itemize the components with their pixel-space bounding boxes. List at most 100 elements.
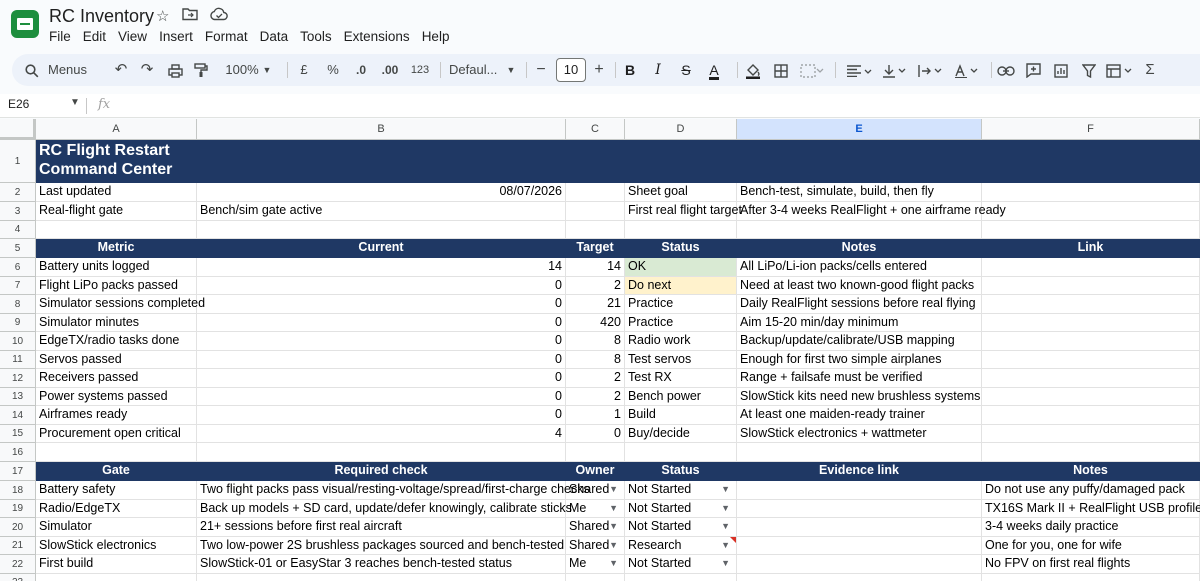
gate-owner-dropdown[interactable]: Shared ▼ — [566, 537, 625, 555]
empty-cell[interactable] — [982, 202, 1200, 221]
gate-notes-cell[interactable]: 3-4 weeks daily practice — [982, 518, 1200, 537]
metric-name-cell[interactable]: Simulator sessions completed — [36, 295, 205, 314]
sheets-logo-icon[interactable] — [11, 10, 39, 38]
gate-status-dropdown[interactable]: Not Started ▼ — [625, 481, 737, 500]
empty-cell[interactable] — [982, 574, 1200, 581]
font-size-input[interactable]: 10 — [556, 58, 586, 82]
menu-view[interactable]: View — [112, 28, 153, 46]
row-header-4[interactable]: 4 — [0, 221, 36, 239]
dropdown-caret-icon[interactable]: ▼ — [721, 537, 730, 554]
gates-header-cell[interactable]: Status — [625, 462, 737, 481]
menu-format[interactable]: Format — [199, 28, 254, 46]
row-header-14[interactable]: 14 — [0, 406, 36, 425]
horizontal-align-icon[interactable] — [844, 54, 874, 86]
currency-format-button[interactable]: £ — [297, 54, 311, 86]
gate-owner-dropdown[interactable]: Me ▼ — [566, 500, 625, 518]
sheet-title[interactable]: RC Flight Restart Command Center — [36, 140, 197, 183]
metric-name-cell[interactable]: Servos passed — [36, 351, 197, 369]
empty-cell[interactable] — [982, 406, 1200, 425]
undo-icon[interactable]: ↶ — [112, 54, 130, 86]
text-color-button[interactable]: A — [704, 54, 724, 86]
empty-cell[interactable] — [737, 555, 982, 574]
bold-button[interactable]: B — [622, 54, 638, 86]
empty-cell[interactable] — [737, 574, 982, 581]
menu-insert[interactable]: Insert — [153, 28, 199, 46]
empty-cell[interactable] — [982, 351, 1200, 369]
metric-notes-cell[interactable]: SlowStick electronics + wattmeter — [737, 425, 982, 443]
insert-link-icon[interactable] — [996, 54, 1016, 86]
first-flight-target-value[interactable]: After 3-4 weeks RealFlight + one airfram… — [737, 202, 1006, 221]
gate-owner-dropdown[interactable]: Me ▼ — [566, 555, 625, 574]
metric-current-cell[interactable]: 0 — [197, 332, 566, 351]
empty-cell[interactable] — [566, 443, 625, 462]
empty-cell[interactable] — [197, 221, 566, 239]
metric-current-cell[interactable]: 0 — [197, 369, 566, 388]
row-header-11[interactable]: 11 — [0, 351, 36, 369]
gate-check-cell[interactable]: Back up models + SD card, update/defer k… — [197, 500, 572, 518]
metric-notes-cell[interactable]: All LiPo/Li-ion packs/cells entered — [737, 258, 982, 277]
dropdown-caret-icon[interactable]: ▼ — [609, 518, 618, 535]
menu-edit[interactable]: Edit — [77, 28, 112, 46]
empty-cell[interactable] — [625, 574, 737, 581]
row-header-1[interactable]: 1 — [0, 140, 36, 183]
metric-status-cell[interactable]: Practice — [625, 295, 737, 314]
print-icon[interactable] — [166, 54, 184, 86]
metrics-header-cell[interactable]: Current — [197, 239, 566, 258]
gate-notes-cell[interactable]: Do not use any puffy/damaged pack — [982, 481, 1200, 500]
borders-icon[interactable] — [772, 54, 790, 86]
menu-tools[interactable]: Tools — [294, 28, 338, 46]
document-title[interactable]: RC Inventory — [49, 6, 154, 27]
gate-check-cell[interactable]: 21+ sessions before first real aircraft — [197, 518, 566, 537]
row-header-2[interactable]: 2 — [0, 183, 36, 202]
empty-cell[interactable] — [36, 574, 197, 581]
gate-status-dropdown[interactable]: Not Started ▼ — [625, 555, 737, 574]
empty-cell[interactable] — [737, 518, 982, 537]
empty-cell[interactable] — [982, 221, 1200, 239]
metric-name-cell[interactable]: Simulator minutes — [36, 314, 197, 332]
empty-cell[interactable] — [982, 388, 1200, 406]
metric-notes-cell[interactable]: Enough for first two simple airplanes — [737, 351, 982, 369]
empty-cell[interactable] — [982, 183, 1200, 202]
gate-check-cell[interactable]: Two low-power 2S brushless packages sour… — [197, 537, 566, 555]
empty-cell[interactable] — [737, 481, 982, 500]
row-header-21[interactable]: 21 — [0, 537, 36, 555]
metric-current-cell[interactable]: 0 — [197, 277, 566, 295]
metrics-header-cell[interactable]: Notes — [737, 239, 982, 258]
empty-cell[interactable] — [982, 314, 1200, 332]
increase-decimal-button[interactable]: .00 — [379, 54, 401, 86]
row-header-10[interactable]: 10 — [0, 332, 36, 351]
metric-status-cell[interactable]: Do next — [625, 277, 737, 295]
row-header-8[interactable]: 8 — [0, 295, 36, 314]
metric-current-cell[interactable]: 0 — [197, 351, 566, 369]
gate-notes-cell[interactable]: TX16S Mark II + RealFlight USB profile — [982, 500, 1200, 518]
font-family-select[interactable]: Defaul... — [449, 54, 509, 86]
insert-chart-icon[interactable] — [1052, 54, 1070, 86]
decrease-decimal-button[interactable]: .0 — [352, 54, 370, 86]
zoom-chevron-down-icon[interactable]: ▼ — [262, 54, 272, 86]
filter-views-icon[interactable] — [1104, 54, 1136, 86]
row-header-17[interactable]: 17 — [0, 462, 36, 481]
metric-current-cell[interactable]: 0 — [197, 406, 566, 425]
metric-notes-cell[interactable]: SlowStick kits need new brushless system… — [737, 388, 982, 406]
dropdown-caret-icon[interactable]: ▼ — [609, 500, 618, 517]
strikethrough-button[interactable]: S — [678, 54, 694, 86]
gate-status-dropdown[interactable]: Not Started ▼ — [625, 518, 737, 537]
row-header-16[interactable]: 16 — [0, 443, 36, 462]
empty-cell[interactable] — [982, 258, 1200, 277]
metric-target-cell[interactable]: 2 — [566, 277, 625, 295]
metrics-header-cell[interactable]: Target — [566, 239, 625, 258]
row-header-7[interactable]: 7 — [0, 277, 36, 295]
gate-owner-dropdown[interactable]: Shared ▼ — [566, 481, 625, 500]
metric-status-cell[interactable]: Practice — [625, 314, 737, 332]
gates-header-cell[interactable]: Evidence link — [737, 462, 982, 481]
star-icon[interactable]: ☆ — [156, 7, 169, 25]
dropdown-caret-icon[interactable]: ▼ — [721, 500, 730, 517]
empty-cell[interactable] — [197, 443, 566, 462]
metric-status-cell[interactable]: Test RX — [625, 369, 737, 388]
increase-font-size-button[interactable]: + — [592, 54, 606, 86]
number-format-button[interactable]: 123 — [409, 54, 431, 86]
name-box[interactable]: E26 — [8, 97, 29, 111]
text-wrap-icon[interactable] — [916, 54, 946, 86]
search-icon[interactable] — [24, 54, 40, 86]
column-header-f[interactable]: F — [982, 119, 1200, 140]
